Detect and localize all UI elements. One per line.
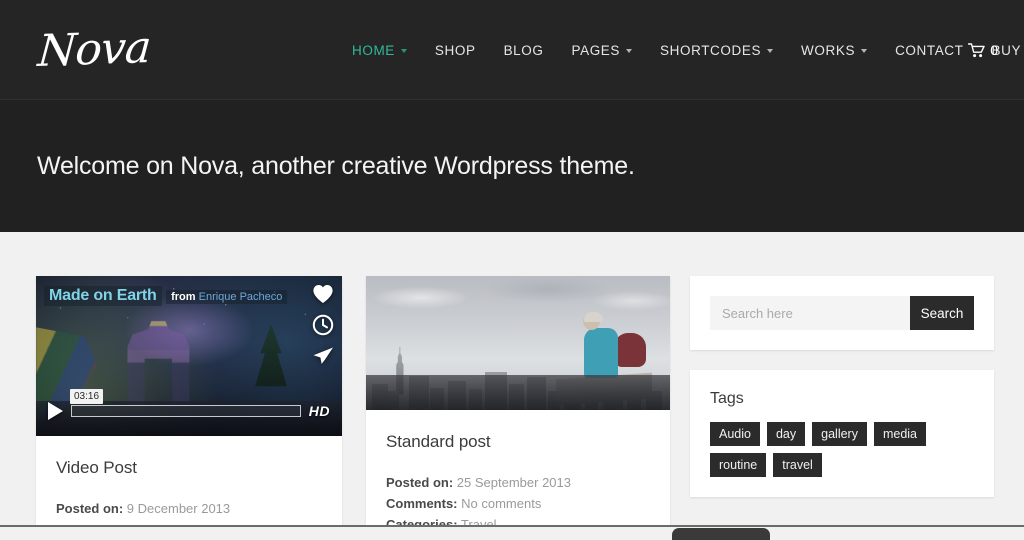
play-icon[interactable]	[48, 402, 63, 420]
video-hd-badge[interactable]: HD	[309, 403, 330, 419]
nav-item-blog[interactable]: BLOG	[490, 43, 558, 58]
post-body-standard: Standard post Posted on: 25 September 20…	[366, 410, 670, 540]
post-card-standard: Standard post Posted on: 25 September 20…	[366, 276, 670, 540]
cart-count: 0	[990, 42, 998, 58]
tag-routine[interactable]: routine	[710, 453, 767, 477]
nav-item-shop[interactable]: SHOP	[421, 43, 490, 58]
tag-day[interactable]: day	[766, 422, 806, 446]
meta-row-comments: Comments: No comments	[386, 493, 650, 514]
sidebar: Search Tags Audio day gallery media rout…	[690, 276, 994, 540]
video-overlay-title-block: Made on Earth from Enrique Pacheco	[44, 286, 288, 306]
tag-gallery[interactable]: gallery	[812, 422, 867, 446]
tag-list: Audio day gallery media routine travel	[710, 422, 974, 477]
meta-key-posted-on: Posted on:	[56, 501, 124, 516]
hero-banner: Welcome on Nova, another creative Wordpr…	[0, 100, 1024, 232]
video-author-block: from Enrique Pacheco	[166, 290, 288, 304]
tags-widget-title: Tags	[710, 390, 744, 407]
video-progress-bar[interactable]: 03:16	[70, 389, 301, 417]
horizontal-scrollbar-thumb[interactable]	[672, 528, 770, 540]
post-column-standard: Standard post Posted on: 25 September 20…	[366, 276, 670, 540]
tag-travel[interactable]: travel	[773, 453, 822, 477]
chevron-down-icon	[400, 49, 407, 53]
video-author[interactable]: Enrique Pacheco	[199, 291, 283, 303]
meta-value-posted-on: 25 September 2013	[456, 475, 571, 490]
nav-item-pages-label: PAGES	[571, 42, 621, 58]
video-from-label: from	[171, 291, 196, 303]
site-header: Nova HOME SHOP BLOG PAGES SHORTCODES WOR…	[0, 0, 1024, 100]
nav-item-home-label: HOME	[352, 42, 395, 58]
shopping-cart-icon	[968, 42, 985, 58]
photo-backpack	[613, 333, 646, 368]
main-content: Made on Earth from Enrique Pacheco 03:16…	[0, 232, 1024, 540]
share-paper-plane-icon[interactable]	[312, 346, 334, 366]
hero-title: Welcome on Nova, another creative Wordpr…	[37, 151, 635, 180]
nav-item-shop-label: SHOP	[434, 42, 476, 58]
nav-item-home[interactable]: HOME	[338, 43, 421, 58]
post-title-standard[interactable]: Standard post	[386, 432, 650, 452]
search-button[interactable]: Search	[910, 296, 974, 330]
search-widget: Search	[690, 276, 994, 350]
tags-widget: Tags Audio day gallery media routine tra…	[690, 370, 994, 497]
nav-item-works-label: WORKS	[801, 42, 856, 58]
site-logo[interactable]: Nova	[36, 22, 152, 77]
post-title-video[interactable]: Video Post	[56, 458, 322, 478]
nav-item-shortcodes-label: SHORTCODES	[660, 42, 762, 58]
video-duration: 03:16	[70, 389, 104, 404]
photo-person-body	[584, 327, 619, 378]
post-image-standard[interactable]	[366, 276, 670, 410]
nav-item-contact[interactable]: CONTACT	[881, 43, 977, 58]
meta-row-posted-on: Posted on: 9 December 2013	[56, 498, 322, 519]
post-meta-video: Posted on: 9 December 2013	[56, 498, 322, 519]
post-body-video: Video Post Posted on: 9 December 2013	[36, 436, 342, 537]
chevron-down-icon	[767, 49, 774, 53]
horizontal-scrollbar-track[interactable]	[0, 527, 1024, 540]
tag-media[interactable]: media	[873, 422, 927, 446]
main-navigation: HOME SHOP BLOG PAGES SHORTCODES WORKS CO…	[338, 0, 1024, 100]
video-controls: 03:16 HD	[36, 389, 342, 424]
search-input[interactable]	[710, 296, 910, 330]
tag-audio[interactable]: Audio	[710, 422, 760, 446]
meta-key-posted-on: Posted on:	[386, 475, 454, 490]
video-player[interactable]: Made on Earth from Enrique Pacheco 03:16…	[36, 276, 342, 436]
meta-value-comments: No comments	[461, 496, 542, 511]
nav-item-contact-label: CONTACT	[895, 42, 964, 58]
nav-item-works[interactable]: WORKS	[787, 43, 881, 58]
meta-key-comments: Comments:	[386, 496, 458, 511]
meta-row-posted-on: Posted on: 25 September 2013	[386, 472, 650, 493]
nav-item-pages[interactable]: PAGES	[558, 43, 647, 58]
meta-value-posted-on: 9 December 2013	[126, 501, 231, 516]
heart-icon[interactable]	[312, 284, 334, 304]
clock-icon[interactable]	[312, 314, 334, 336]
chevron-down-icon	[861, 49, 868, 53]
nav-item-shortcodes[interactable]: SHORTCODES	[646, 43, 787, 58]
cart-button[interactable]: 0	[968, 0, 998, 100]
post-column-video: Made on Earth from Enrique Pacheco 03:16…	[36, 276, 342, 540]
video-title[interactable]: Made on Earth	[44, 286, 162, 306]
video-action-icons	[312, 284, 334, 366]
nav-item-blog-label: BLOG	[503, 42, 544, 58]
chevron-down-icon	[626, 49, 633, 53]
post-card-video: Made on Earth from Enrique Pacheco 03:16…	[36, 276, 342, 537]
photo-foreground	[366, 375, 670, 410]
